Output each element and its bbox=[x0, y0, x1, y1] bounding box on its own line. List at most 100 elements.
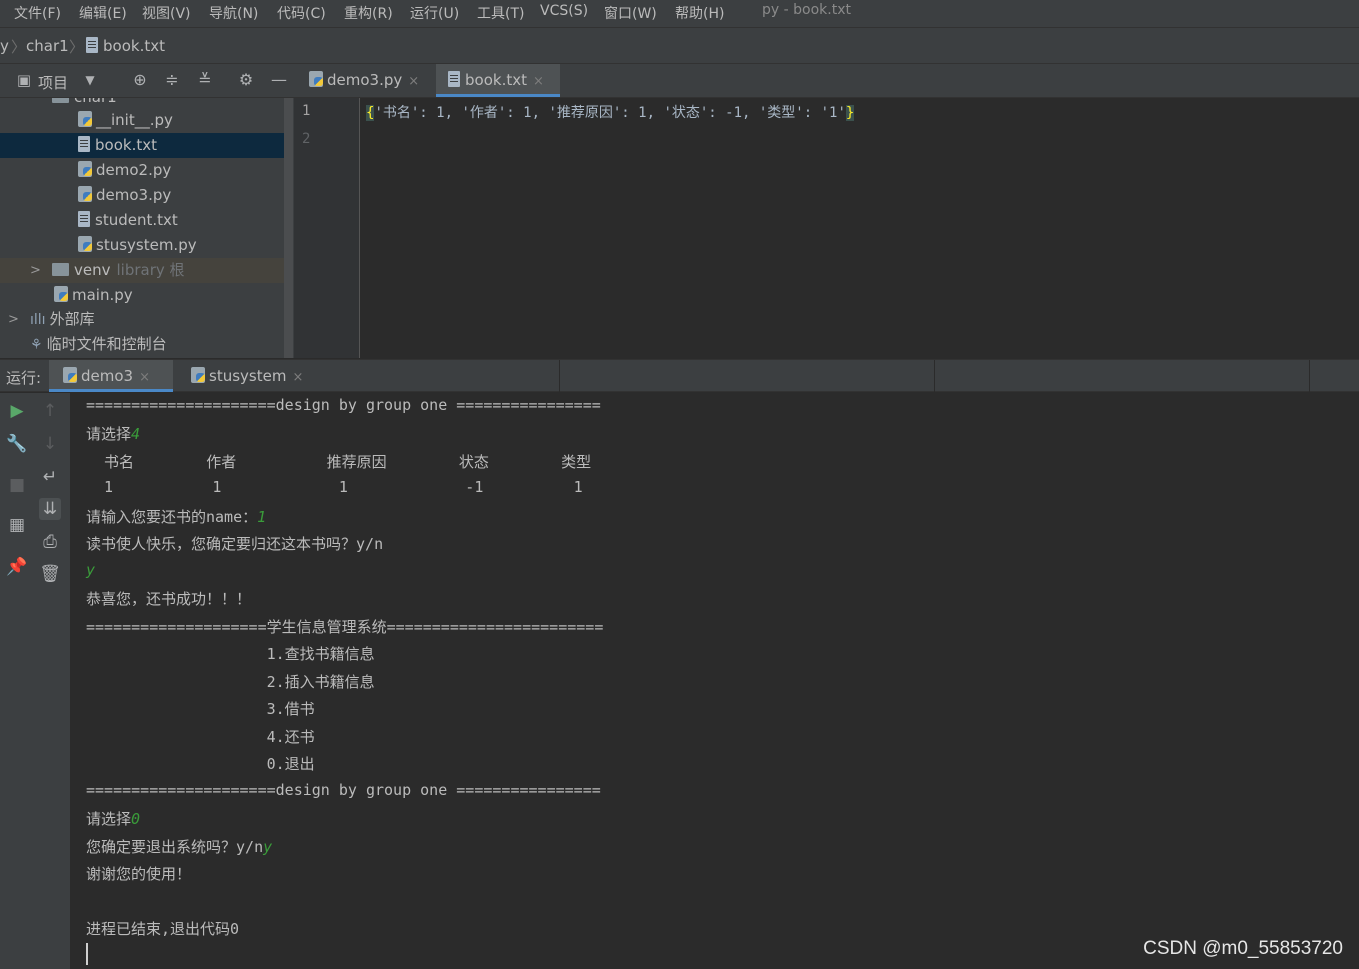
tab-demo3-py[interactable]: demo3.py × bbox=[300, 64, 430, 97]
console-line: 书名 作者 推荐原因 状态 类型 bbox=[86, 453, 592, 471]
close-icon[interactable]: × bbox=[292, 370, 303, 385]
gear-icon[interactable]: ⚙ bbox=[236, 70, 256, 90]
window-title: py - book.txt bbox=[762, 2, 851, 18]
text-file-icon bbox=[86, 37, 98, 53]
console-input: y bbox=[263, 838, 273, 856]
arrow-up-icon[interactable]: ↑ bbox=[39, 400, 61, 422]
print-icon[interactable]: ⎙ bbox=[39, 531, 61, 553]
console-prompt: 请选择 bbox=[86, 425, 132, 443]
menu-view[interactable]: 视图(V) bbox=[142, 3, 191, 23]
menu-refactor[interactable]: 重构(R) bbox=[344, 3, 393, 23]
tree-scratches[interactable]: ⚘ 临时文件和控制台 bbox=[0, 332, 284, 357]
text-file-icon bbox=[448, 71, 460, 87]
tree-item-label: venv bbox=[74, 261, 111, 279]
folder-icon bbox=[52, 263, 69, 276]
editor-text-area[interactable]: {'书名': 1, '作者': 1, '推荐原因': 1, '状态': -1, … bbox=[360, 98, 1359, 358]
tool-header: ▣ 项目 ▼ ⊕ ≑ ≚ ⚙ — demo3.py × book.txt × bbox=[0, 64, 1359, 98]
tree-item-label: student.txt bbox=[95, 211, 178, 229]
tree-item-main-py[interactable]: main.py bbox=[0, 283, 284, 308]
console-line: ====================学生信息管理系统============… bbox=[86, 618, 604, 636]
chevron-right-icon[interactable]: > bbox=[30, 258, 41, 283]
menu-edit[interactable]: 编辑(E) bbox=[79, 3, 127, 23]
tree-external-libraries[interactable]: > ıllı 外部库 bbox=[0, 307, 284, 332]
menu-file[interactable]: 文件(F) bbox=[14, 3, 61, 23]
trash-icon[interactable]: 🗑 bbox=[39, 563, 61, 585]
scroll-to-end-icon[interactable]: ⇊ bbox=[39, 498, 61, 520]
menu-bar: 文件(F) 编辑(E) 视图(V) 导航(N) 代码(C) 重构(R) 运行(U… bbox=[0, 0, 1359, 28]
python-file-icon bbox=[78, 186, 92, 202]
breadcrumb-lead[interactable]: y bbox=[0, 37, 9, 55]
code-line-1: {'书名': 1, '作者': 1, '推荐原因': 1, '状态': -1, … bbox=[366, 102, 855, 122]
menu-tools[interactable]: 工具(T) bbox=[477, 3, 524, 23]
locate-file-icon[interactable]: ⊕ bbox=[130, 70, 150, 90]
tree-item-label: demo2.py bbox=[96, 161, 172, 179]
tree-item-demo2-py[interactable]: demo2.py bbox=[0, 158, 284, 183]
pin-icon[interactable]: 📌 bbox=[6, 556, 28, 578]
watermark: CSDN @m0_55853720 bbox=[1143, 938, 1343, 959]
tab-label: book.txt bbox=[465, 71, 527, 89]
menu-vcs[interactable]: VCS(S) bbox=[540, 3, 588, 19]
close-icon[interactable]: × bbox=[139, 370, 150, 385]
chevron-down-icon[interactable]: ▼ bbox=[80, 70, 100, 90]
chevron-right-icon: 〉 bbox=[11, 38, 27, 56]
menu-navigate[interactable]: 导航(N) bbox=[209, 3, 258, 23]
tab-book-txt[interactable]: book.txt × bbox=[436, 64, 560, 97]
project-view-label[interactable]: 项目 bbox=[38, 72, 68, 93]
scratches-icon: ⚘ bbox=[30, 337, 43, 353]
tree-item-book-txt[interactable]: book.txt bbox=[0, 133, 284, 158]
stop-icon[interactable]: ■ bbox=[6, 474, 28, 496]
menu-run[interactable]: 运行(U) bbox=[410, 3, 459, 23]
project-view-icon: ▣ bbox=[16, 71, 32, 89]
console-input: 0 bbox=[131, 810, 141, 828]
python-file-icon bbox=[54, 286, 68, 302]
tree-item-label: __init__.py bbox=[96, 111, 173, 129]
breadcrumb-file[interactable]: book.txt bbox=[86, 37, 165, 55]
hide-panel-icon[interactable]: — bbox=[269, 70, 289, 90]
tree-item-label: demo3.py bbox=[96, 186, 172, 204]
arrow-down-icon[interactable]: ↓ bbox=[39, 433, 61, 455]
text-file-icon bbox=[78, 211, 90, 227]
python-file-icon bbox=[309, 71, 323, 87]
tree-folder-venv[interactable]: > venv library 根 bbox=[0, 258, 284, 283]
layout-icon[interactable]: ▦ bbox=[6, 514, 28, 536]
header-divider bbox=[559, 360, 560, 392]
tree-item-init-py[interactable]: __init__.py bbox=[0, 108, 284, 133]
chevron-right-icon[interactable]: > bbox=[8, 307, 19, 332]
close-icon[interactable]: × bbox=[533, 74, 544, 89]
console-line: 谢谢您的使用！ bbox=[86, 865, 192, 883]
breadcrumb-folder[interactable]: char1 bbox=[26, 37, 69, 55]
run-tab-demo3[interactable]: demo3 × bbox=[49, 360, 173, 392]
code-body: '书名': 1, '作者': 1, '推荐原因': 1, '状态': -1, '… bbox=[374, 105, 846, 121]
project-scrollbar[interactable] bbox=[284, 98, 293, 358]
header-divider bbox=[934, 360, 935, 392]
console-line: 您确定要退出系统吗？y/ny bbox=[86, 836, 272, 857]
tree-item-demo3-py[interactable]: demo3.py bbox=[0, 183, 284, 208]
run-toolbar-right: ↑ ↓ ↵ ⇊ ⎙ 🗑 bbox=[33, 393, 71, 969]
run-toolbar-left: ▶ 🔧 ■ ▦ 📌 bbox=[0, 393, 34, 969]
menu-window[interactable]: 窗口(W) bbox=[604, 3, 657, 23]
tree-item-stusystem-py[interactable]: stusystem.py bbox=[0, 233, 284, 258]
console-line: 进程已结束,退出代码0 bbox=[86, 920, 240, 938]
menu-code[interactable]: 代码(C) bbox=[277, 3, 326, 23]
console-line: 1.查找书籍信息 bbox=[86, 645, 375, 663]
run-tab-label: stusystem bbox=[209, 367, 287, 385]
library-icon: ıllı bbox=[30, 312, 46, 328]
close-icon[interactable]: × bbox=[408, 74, 419, 89]
run-tool-header: 运行: demo3 × stusystem × bbox=[0, 359, 1359, 392]
console-line: 3.借书 bbox=[86, 700, 315, 718]
wrench-icon[interactable]: 🔧 bbox=[6, 433, 28, 455]
tree-item-label: book.txt bbox=[95, 136, 157, 154]
collapse-all-icon[interactable]: ≚ bbox=[195, 70, 215, 90]
python-icon bbox=[63, 367, 77, 383]
chevron-right-icon: 〉 bbox=[69, 38, 85, 56]
run-tab-stusystem[interactable]: stusystem × bbox=[183, 360, 313, 392]
menu-help[interactable]: 帮助(H) bbox=[675, 3, 724, 23]
expand-all-icon[interactable]: ≑ bbox=[162, 70, 182, 90]
run-label: 运行: bbox=[6, 369, 42, 387]
tree-item-student-txt[interactable]: student.txt bbox=[0, 208, 284, 233]
line-number: 1 bbox=[302, 103, 311, 119]
run-console[interactable]: =====================design by group one… bbox=[70, 393, 1359, 969]
console-line: 0.退出 bbox=[86, 755, 315, 773]
soft-wrap-icon[interactable]: ↵ bbox=[39, 466, 61, 488]
rerun-icon[interactable]: ▶ bbox=[6, 400, 28, 422]
